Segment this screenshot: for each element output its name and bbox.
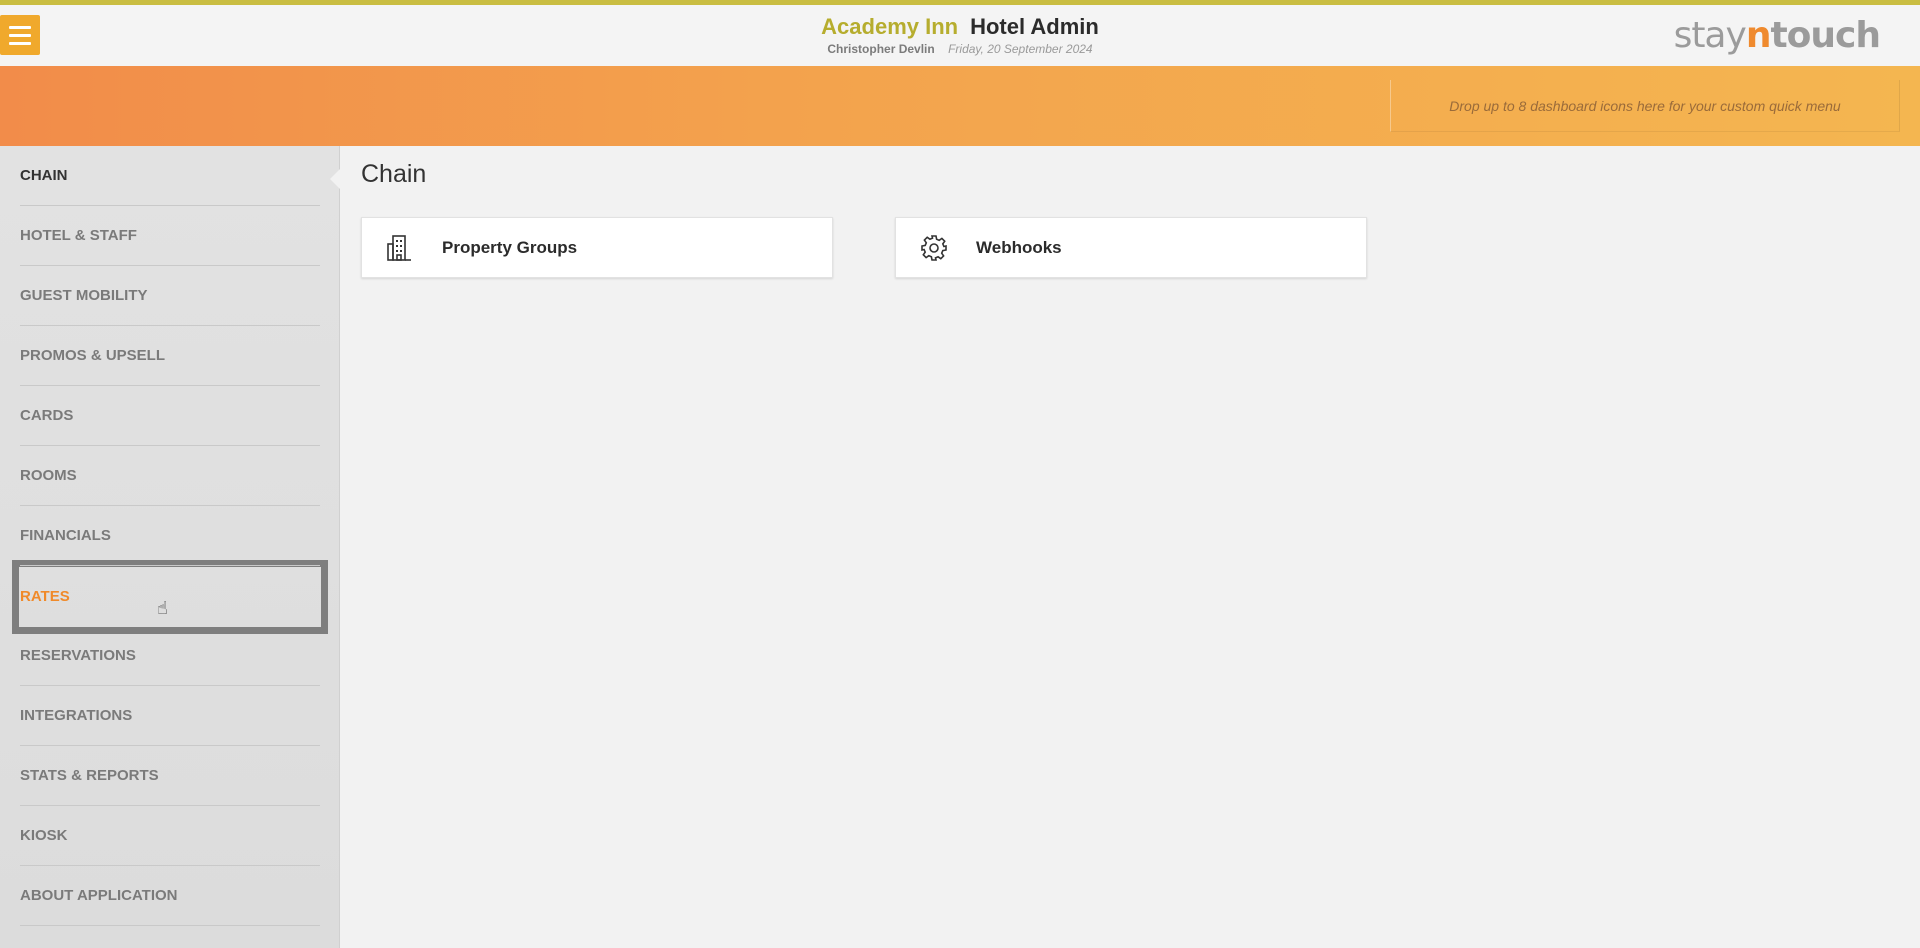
sidebar-item-guest-mobility[interactable]: GUEST MOBILITY xyxy=(20,266,320,326)
sidebar-item-reservations[interactable]: RESERVATIONS xyxy=(20,626,320,686)
logo-part-touch: touch xyxy=(1770,15,1881,56)
sidebar-item-about-application[interactable]: ABOUT APPLICATION xyxy=(20,866,320,926)
main-content: Chain Property Groups Webhooks xyxy=(340,146,1920,948)
webhooks-card[interactable]: Webhooks xyxy=(895,217,1367,278)
stayntouch-logo: stayntouch xyxy=(1673,15,1881,56)
header-info: Academy Inn Hotel Admin Christopher Devli… xyxy=(0,14,1920,56)
page-title: Chain xyxy=(361,160,427,188)
sidebar-item-rooms[interactable]: ROOMS xyxy=(20,446,320,506)
logo-part-stay: stay xyxy=(1673,15,1747,56)
header-title: Academy Inn Hotel Admin xyxy=(0,14,1920,40)
app-name: Hotel Admin xyxy=(970,14,1099,39)
property-groups-card[interactable]: Property Groups xyxy=(361,217,833,278)
sidebar-item-integrations[interactable]: INTEGRATIONS xyxy=(20,686,320,746)
current-date: Friday, 20 September 2024 xyxy=(948,42,1093,56)
sidebar-item-rates[interactable]: RATES xyxy=(20,566,320,626)
building-icon xyxy=(380,228,420,268)
sidebar: CHAIN HOTEL & STAFF GUEST MOBILITY PROMOS &… xyxy=(0,146,341,948)
gear-icon xyxy=(914,228,954,268)
sidebar-item-kiosk[interactable]: KIOSK xyxy=(20,806,320,866)
hotel-name[interactable]: Academy Inn xyxy=(821,14,958,39)
property-groups-label: Property Groups xyxy=(442,237,578,257)
webhooks-label: Webhooks xyxy=(976,237,1062,257)
top-bar: Academy Inn Hotel Admin Christopher Devli… xyxy=(0,0,1920,66)
hand-cursor-icon: ☝ xyxy=(157,598,168,618)
sidebar-item-promos-upsell[interactable]: PROMOS & UPSELL xyxy=(20,326,320,386)
sidebar-item-stats-reports[interactable]: STATS & REPORTS xyxy=(20,746,320,806)
logo-part-n: n xyxy=(1745,15,1772,56)
quick-menu-dropzone[interactable]: Drop up to 8 dashboard icons here for yo… xyxy=(1390,80,1900,132)
quick-menu-banner: Drop up to 8 dashboard icons here for yo… xyxy=(0,66,1920,146)
header-subtitle: Christopher Devlin Friday, 20 September … xyxy=(0,42,1920,56)
sidebar-item-hotel-staff[interactable]: HOTEL & STAFF xyxy=(20,206,320,266)
sidebar-item-financials[interactable]: FINANCIALS xyxy=(20,506,320,566)
sidebar-item-chain[interactable]: CHAIN xyxy=(20,146,320,206)
user-name: Christopher Devlin xyxy=(827,42,935,56)
sidebar-item-cards[interactable]: CARDS xyxy=(20,386,320,446)
